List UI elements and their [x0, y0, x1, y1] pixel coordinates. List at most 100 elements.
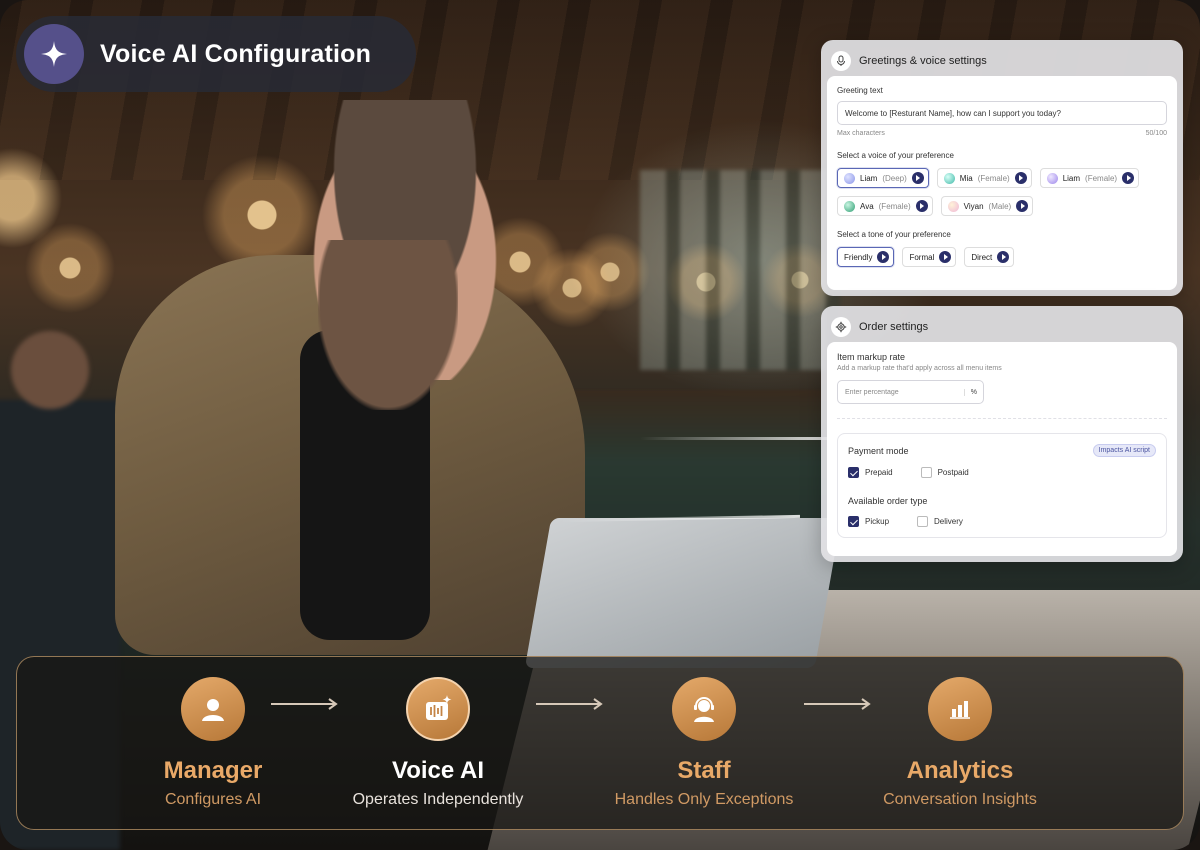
step-staff: Staff Handles Only Exceptions — [594, 677, 814, 809]
booth-seating — [430, 390, 850, 570]
greeting-input[interactable]: Welcome to [Resturant Name], how can I s… — [837, 101, 1167, 125]
voice-name: Liam — [860, 173, 878, 183]
play-icon[interactable] — [1014, 172, 1027, 184]
man-coat — [115, 255, 585, 655]
postpaid-checkbox[interactable]: Postpaid — [920, 467, 969, 478]
voice-name: Viyan — [963, 201, 984, 211]
tone-label: Select a tone of your preference — [837, 230, 951, 239]
tone-option-friendly[interactable]: Friendly — [837, 247, 895, 267]
payment-header: Payment mode Impacts AI script — [848, 444, 1156, 457]
play-icon[interactable] — [1016, 200, 1029, 212]
hero-stage: Voice AI Configuration Greetings & voice… — [0, 0, 1200, 850]
max-characters-label: Max characters — [837, 130, 885, 137]
char-counter-row: Max characters 50/100 — [837, 130, 1167, 137]
markup-placeholder: Enter percentage — [845, 388, 899, 396]
payment-card: Payment mode Impacts AI script Prepaid P… — [837, 433, 1167, 538]
voice-option[interactable]: Liam (Female) — [1039, 168, 1140, 188]
panel-header: Order settings — [827, 312, 1177, 342]
impacts-ai-badge: Impacts AI script — [1092, 444, 1156, 457]
markup-label: Item markup rate — [837, 352, 906, 362]
option-label: Prepaid — [865, 468, 893, 477]
play-icon[interactable] — [939, 251, 952, 263]
order-settings-body: Item markup rate Add a markup rate that'… — [827, 342, 1177, 556]
delivery-checkbox[interactable]: Delivery — [917, 516, 963, 527]
step-analytics: Analytics Conversation Insights — [850, 677, 1070, 809]
step-title: Staff — [677, 757, 731, 784]
voice-label: Select a voice of your preference — [837, 151, 954, 160]
voice-avatar-orb — [844, 200, 855, 212]
panel-header: Greetings & voice settings — [827, 46, 1177, 76]
option-label: Pickup — [865, 517, 890, 526]
panel-title: Order settings — [859, 321, 929, 333]
tone-option-formal[interactable]: Formal — [902, 247, 957, 267]
prepaid-checkbox[interactable]: Prepaid — [848, 467, 893, 478]
play-icon[interactable] — [997, 251, 1010, 263]
workflow-bar: Manager Configures AI Voice AI Operates … — [16, 656, 1184, 830]
order-type-options: Pickup Delivery — [848, 516, 1156, 527]
checkbox-unchecked[interactable] — [917, 516, 929, 527]
user-icon — [181, 677, 245, 741]
play-icon[interactable] — [911, 172, 924, 184]
voice-avatar-orb — [943, 172, 955, 184]
order-type-label: Available order type — [848, 496, 928, 506]
laptop — [524, 518, 842, 668]
greetings-body: Greeting text Welcome to [Resturant Name… — [827, 76, 1177, 290]
markup-help: Add a markup rate that'd apply across al… — [837, 365, 1002, 372]
character-count: 50/100 — [1145, 130, 1167, 137]
voice-type: (Male) — [988, 201, 1012, 211]
voice-avatar-orb — [844, 172, 855, 184]
step-voice-ai: Voice AI Operates Independently — [328, 677, 548, 809]
step-title: Manager — [163, 757, 263, 784]
man-head — [300, 100, 510, 380]
man-beard — [318, 240, 458, 410]
title-pill: Voice AI Configuration — [16, 16, 416, 92]
payment-options: Prepaid Postpaid — [848, 467, 1156, 478]
tone-option-direct[interactable]: Direct — [964, 247, 1015, 267]
tone-name: Direct — [971, 252, 993, 262]
play-icon[interactable] — [877, 251, 890, 263]
voice-name: Ava — [860, 201, 874, 211]
tone-name: Formal — [909, 252, 935, 262]
step-desc: Conversation Insights — [883, 791, 1037, 808]
step-manager: Manager Configures AI — [103, 677, 323, 809]
voice-option[interactable]: Mia (Female) — [936, 168, 1032, 188]
divider — [837, 418, 1167, 419]
play-icon[interactable] — [915, 200, 928, 212]
option-label: Postpaid — [937, 468, 969, 477]
man-shirt — [300, 330, 430, 640]
step-desc: Configures AI — [164, 791, 262, 808]
step-desc: Operates Independently — [352, 791, 524, 808]
microphone-icon — [831, 51, 851, 71]
percent-unit: % — [963, 388, 977, 396]
play-icon[interactable] — [1122, 172, 1135, 184]
step-title: Voice AI — [391, 757, 485, 784]
voice-avatar-orb — [947, 200, 959, 212]
voice-option[interactable]: Ava (Female) — [837, 196, 933, 216]
background-windows — [640, 170, 840, 370]
checkbox-checked[interactable] — [848, 516, 859, 527]
markup-input[interactable]: Enter percentage % — [837, 380, 984, 404]
checkbox-checked[interactable] — [848, 467, 859, 478]
panel-title: Greetings & voice settings — [859, 55, 987, 67]
voice-type: (Deep) — [882, 173, 907, 183]
light-streak — [640, 437, 830, 440]
voice-type: (Female) — [878, 201, 911, 211]
payment-label: Payment mode — [848, 445, 909, 456]
greetings-panel: Greetings & voice settings Greeting text… — [821, 40, 1183, 296]
voice-type: (Female) — [977, 173, 1010, 183]
sparkle-icon — [24, 24, 84, 84]
tone-options: Friendly Formal Direct — [837, 247, 1167, 267]
light-streak — [559, 514, 801, 523]
bar-chart-icon — [928, 677, 992, 741]
voice-option[interactable]: Liam (Deep) — [837, 168, 929, 188]
step-desc: Handles Only Exceptions — [614, 791, 794, 808]
pickup-checkbox[interactable]: Pickup — [848, 516, 889, 527]
tone-name: Friendly — [844, 252, 873, 262]
voice-avatar-orb — [1046, 172, 1058, 184]
voice-name: Mia — [959, 173, 973, 183]
voice-option[interactable]: Viyan (Male) — [940, 196, 1034, 216]
headset-agent-icon — [672, 677, 736, 741]
step-title: Analytics — [906, 757, 1014, 784]
checkbox-unchecked[interactable] — [920, 467, 932, 478]
voice-type: (Female) — [1085, 173, 1118, 183]
